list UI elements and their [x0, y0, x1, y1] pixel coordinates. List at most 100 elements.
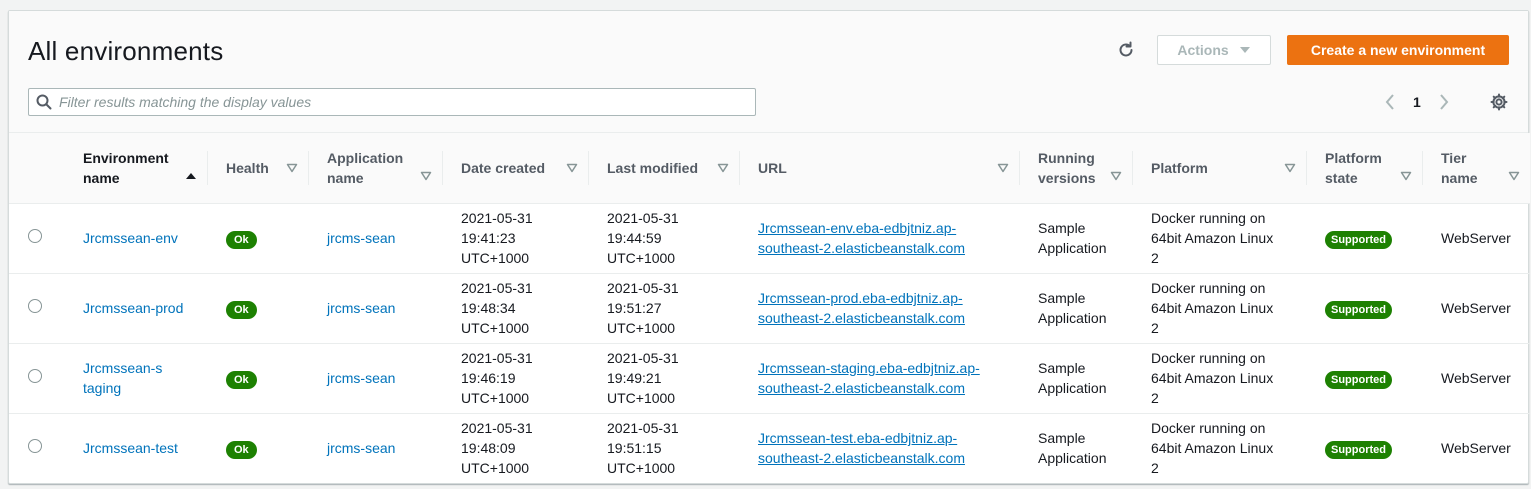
environment-name-link[interactable]: Jrcmssean-prod	[83, 300, 183, 316]
running-version-line: Sample	[1038, 430, 1086, 447]
table-row[interactable]: Jrcmssean-env Ok jrcms-sean 2021-05-31 19…	[9, 203, 1530, 274]
header-environment-name[interactable]: Environment name	[64, 133, 207, 204]
sort-caret-icon[interactable]	[997, 163, 1009, 173]
health-badge: Ok	[226, 300, 257, 319]
create-environment-button[interactable]: Create a new environment	[1287, 35, 1509, 65]
environment-name-link[interactable]: Jrcmssean-test	[83, 440, 178, 456]
refresh-button[interactable]	[1113, 39, 1139, 61]
running-version-line: Application	[1038, 310, 1107, 326]
chevron-right-icon[interactable]	[1439, 94, 1449, 110]
running-version-line: Application	[1038, 240, 1107, 256]
platform-line: 2	[1151, 460, 1159, 477]
environments-panel: All environments Actions Create a new en…	[8, 10, 1530, 484]
table-row[interactable]: Jrcmssean-test Ok jrcms-sean 2021-05-31 1…	[9, 413, 1530, 483]
environment-url-link[interactable]: Jrcmssean-prod.eba-edbjtniz.ap-southeast…	[758, 290, 965, 326]
row-select-radio[interactable]	[28, 229, 42, 243]
running-version-line: Sample	[1038, 220, 1086, 236]
date-created-tz: UTC+1000	[461, 460, 530, 477]
tier-name: WebServer	[1441, 370, 1511, 386]
date-created-time: 19:48:09	[461, 440, 516, 457]
header-running-versions[interactable]: Running versions	[1019, 133, 1132, 204]
environment-url-link[interactable]: Jrcmssean-test.eba-edbjtniz.ap-southeast…	[758, 430, 965, 466]
last-modified-date: 2021-05-31	[607, 420, 679, 437]
environment-name-link[interactable]: Jrcmssean-env	[83, 230, 178, 246]
sort-caret-icon[interactable]	[1284, 163, 1296, 173]
filter-search-box[interactable]	[28, 88, 756, 116]
table-header-row: Environment name Health Application name	[9, 133, 1530, 204]
header-label: Application name	[327, 149, 404, 186]
application-name-link[interactable]: jrcms-sean	[327, 440, 395, 456]
date-created-date: 2021-05-31	[461, 420, 533, 437]
page-title: All environments	[28, 36, 224, 66]
header-label: URL	[758, 159, 787, 176]
last-modified-tz: UTC+1000	[607, 390, 676, 406]
table-row[interactable]: Jrcmssean-prod Ok jrcms-sean 2021-05-31 1…	[9, 273, 1530, 344]
sort-caret-icon[interactable]	[1400, 171, 1412, 181]
sort-caret-icon[interactable]	[286, 163, 298, 173]
date-created-date: 2021-05-31	[461, 280, 533, 296]
environment-name-link[interactable]: Jrcmssean-staging	[83, 358, 163, 398]
header-label: Tier name	[1441, 149, 1478, 186]
table-row[interactable]: Jrcmssean-staging Ok jrcms-sean 2021-05-…	[9, 343, 1530, 414]
tier-name: WebServer	[1441, 230, 1511, 246]
platform-state-badge: Supported	[1325, 370, 1392, 389]
header-application-name[interactable]: Application name	[308, 133, 442, 204]
sort-caret-icon[interactable]	[1508, 171, 1520, 181]
header-platform[interactable]: Platform	[1132, 133, 1306, 204]
sort-ascending-icon[interactable]	[185, 172, 197, 180]
header-url[interactable]: URL	[739, 133, 1019, 204]
application-name-link[interactable]: jrcms-sean	[327, 230, 395, 246]
sort-caret-icon[interactable]	[717, 163, 729, 173]
platform-line: 64bit Amazon Linux	[1151, 230, 1274, 246]
platform-line: 64bit Amazon Linux	[1151, 440, 1274, 457]
pagination: 1	[1385, 91, 1449, 113]
platform-line: 64bit Amazon Linux	[1151, 370, 1274, 386]
date-created-tz: UTC+1000	[461, 250, 530, 266]
last-modified-date: 2021-05-31	[607, 280, 679, 296]
actions-dropdown-button[interactable]: Actions	[1157, 35, 1271, 65]
row-select-radio[interactable]	[28, 439, 42, 454]
environment-url-link[interactable]: Jrcmssean-env.eba-edbjtniz.ap-southeast-…	[758, 220, 965, 256]
date-created-tz: UTC+1000	[461, 320, 530, 336]
sort-caret-icon[interactable]	[566, 163, 578, 173]
table-settings-button[interactable]	[1488, 91, 1510, 113]
header-label: Health	[226, 159, 269, 176]
last-modified-date: 2021-05-31	[607, 350, 679, 366]
tier-name: WebServer	[1441, 300, 1511, 316]
row-select-radio[interactable]	[28, 299, 42, 313]
gear-icon	[1490, 93, 1508, 111]
header-label: Platform	[1151, 159, 1208, 176]
date-created-date: 2021-05-31	[461, 210, 533, 226]
last-modified-time: 19:44:59	[607, 230, 662, 246]
header-tier-name[interactable]: Tier name	[1422, 133, 1530, 204]
sort-caret-icon[interactable]	[1110, 171, 1122, 181]
chevron-left-icon[interactable]	[1385, 94, 1395, 110]
platform-state-badge: Supported	[1325, 230, 1392, 249]
filter-input[interactable]	[59, 90, 755, 114]
date-created-date: 2021-05-31	[461, 350, 533, 366]
last-modified-time: 19:51:15	[607, 440, 662, 457]
last-modified-tz: UTC+1000	[607, 320, 676, 336]
row-select-radio[interactable]	[28, 369, 42, 383]
header-last-modified[interactable]: Last modified	[588, 133, 739, 204]
header-date-created[interactable]: Date created	[442, 133, 588, 204]
platform-line: 2	[1151, 320, 1159, 336]
page-number[interactable]: 1	[1413, 94, 1421, 110]
platform-line: Docker running on	[1151, 210, 1266, 226]
date-created-time: 19:46:19	[461, 370, 516, 386]
application-name-link[interactable]: jrcms-sean	[327, 300, 395, 316]
running-version-line: Sample	[1038, 290, 1086, 306]
health-badge: Ok	[226, 370, 257, 389]
header-platform-state[interactable]: Platform state	[1306, 133, 1422, 204]
last-modified-time: 19:51:27	[607, 300, 662, 316]
application-name-link[interactable]: jrcms-sean	[327, 370, 395, 386]
header-label: Date created	[461, 159, 546, 176]
search-icon	[29, 94, 59, 110]
date-created-time: 19:41:23	[461, 230, 516, 246]
header-label: Running versions	[1038, 149, 1096, 186]
actions-label: Actions	[1177, 42, 1229, 58]
sort-caret-icon[interactable]	[420, 171, 432, 181]
refresh-icon	[1119, 41, 1133, 57]
environment-url-link[interactable]: Jrcmssean-staging.eba-edbjtniz.ap-southe…	[758, 360, 980, 396]
header-health[interactable]: Health	[207, 133, 308, 204]
